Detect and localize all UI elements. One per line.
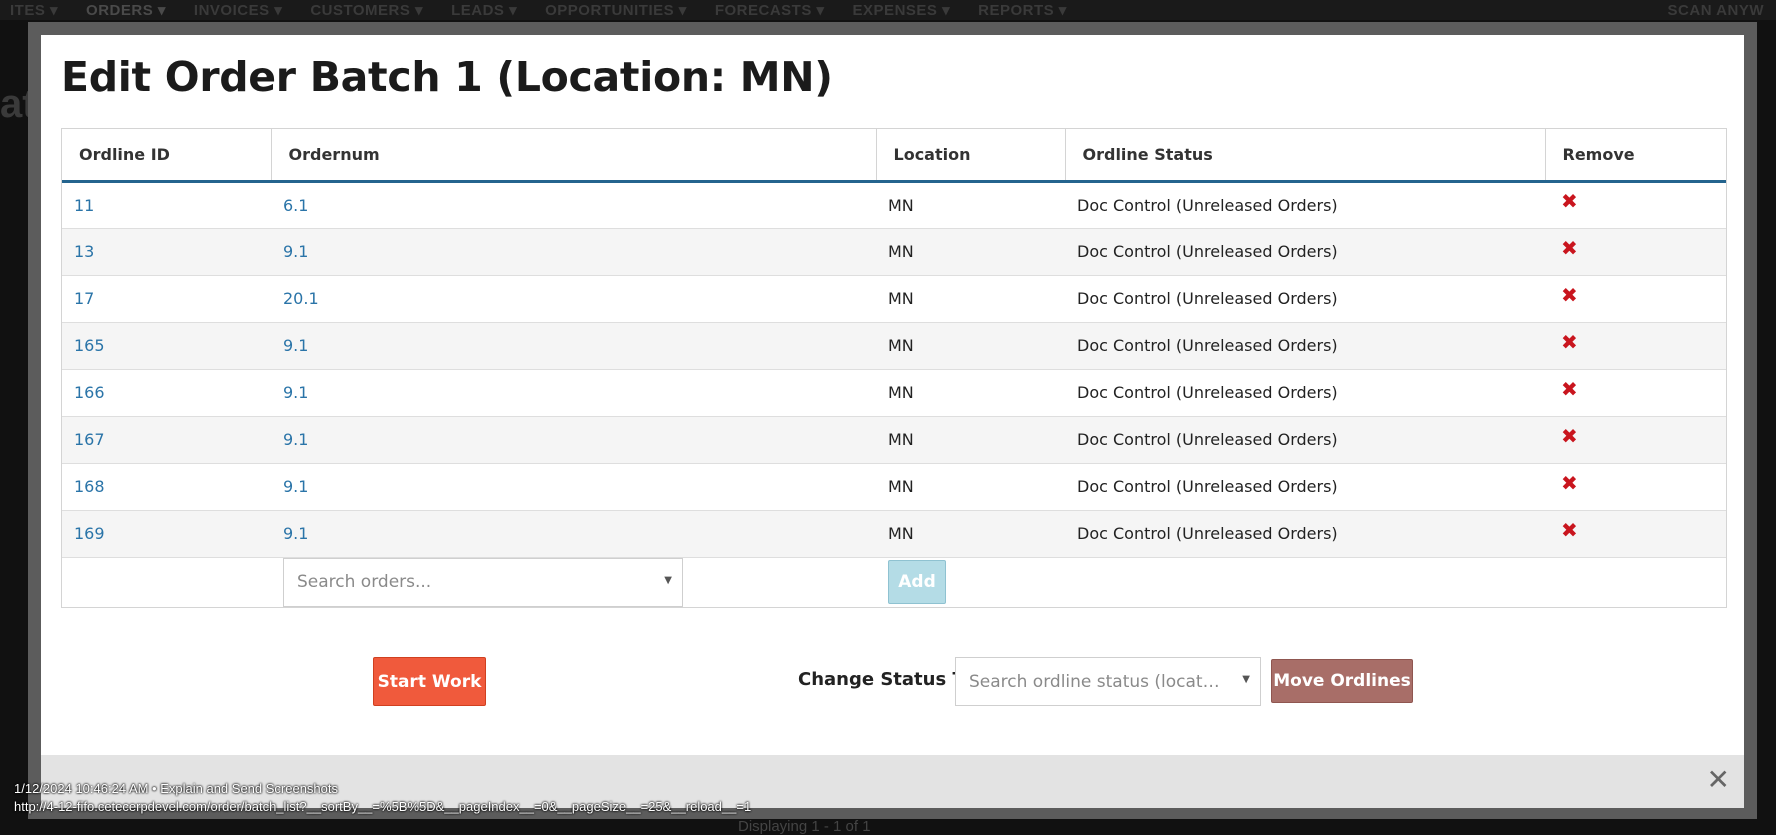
background-footer-text: Displaying 1 - 1 of 1 — [738, 818, 871, 835]
location-cell: MN — [876, 368, 1065, 416]
table-row: 11 6.1 MN Doc Control (Unreleased Orders) ✖ — [62, 180, 1726, 228]
ordline-status-cell: Doc Control (Unreleased Orders) — [1065, 180, 1545, 228]
remove-x-icon[interactable]: ✖ — [1561, 285, 1578, 305]
location-cell: MN — [876, 509, 1065, 557]
ordernum-link[interactable]: 9.1 — [283, 477, 308, 496]
ordline-id-link[interactable]: 11 — [74, 196, 94, 215]
remove-x-icon[interactable]: ✖ — [1561, 473, 1578, 493]
table-row: 169 9.1 MN Doc Control (Unreleased Orders) ✖ — [62, 509, 1726, 557]
ordline-status-cell: Doc Control (Unreleased Orders) — [1065, 509, 1545, 557]
scan-anywhere-link: SCAN ANYW — [1667, 1, 1764, 19]
table-row: 168 9.1 MN Doc Control (Unreleased Orders) ✖ — [62, 462, 1726, 510]
change-status-label: Change Status To — [798, 669, 975, 690]
table-row: 167 9.1 MN Doc Control (Unreleased Orders) ✖ — [62, 415, 1726, 463]
background-nav-item: INVOICES ▾ — [193, 2, 283, 19]
background-nav-item: CUSTOMERS ▾ — [310, 2, 424, 19]
location-cell: MN — [876, 180, 1065, 228]
table-row: 166 9.1 MN Doc Control (Unreleased Orders) ✖ — [62, 368, 1726, 416]
location-cell: MN — [876, 274, 1065, 322]
screenshot-timestamp: 1/12/2024 10:46:24 AM • Explain and Send… — [14, 781, 339, 796]
move-ordlines-button[interactable]: Move Ordlines — [1271, 659, 1413, 703]
location-cell: MN — [876, 227, 1065, 275]
column-header-location[interactable]: Location — [876, 129, 1066, 183]
location-cell: MN — [876, 415, 1065, 463]
column-header-remove: Remove — [1545, 129, 1726, 183]
ordline-id-link[interactable]: 13 — [74, 242, 94, 261]
search-orders-placeholder: Search orders... — [297, 572, 432, 592]
ordernum-link[interactable]: 9.1 — [283, 430, 308, 449]
ordernum-link[interactable]: 9.1 — [283, 524, 308, 543]
ordlines-table: Ordline ID Ordernum Location Ordline Sta… — [62, 129, 1726, 607]
table-header-row: Ordline ID Ordernum Location Ordline Sta… — [62, 129, 1726, 183]
ordline-status-cell: Doc Control (Unreleased Orders) — [1065, 415, 1545, 463]
add-button[interactable]: Add — [888, 560, 946, 604]
ordlines-table-wrapper: Ordline ID Ordernum Location Ordline Sta… — [61, 128, 1727, 608]
chevron-down-icon[interactable]: ▼ — [664, 575, 672, 586]
ordline-status-select[interactable]: Search ordline status (locat… ▼ — [955, 657, 1261, 706]
background-nav-item: LEADS ▾ — [451, 2, 518, 19]
ordline-status-placeholder: Search ordline status (locat… — [969, 671, 1220, 692]
close-icon[interactable]: ✕ — [1707, 766, 1730, 794]
ordline-status-cell: Doc Control (Unreleased Orders) — [1065, 368, 1545, 416]
ordline-id-link[interactable]: 165 — [74, 336, 105, 355]
column-header-ordline-id[interactable]: Ordline ID — [62, 129, 272, 183]
screenshot-annotation: 1/12/2024 10:46:24 AM • Explain and Send… — [14, 780, 751, 816]
location-cell: MN — [876, 321, 1065, 369]
chevron-down-icon[interactable]: ▼ — [1242, 674, 1250, 685]
screenshot-url: http://4-12-fifo.cetecerpdevel.com/order… — [14, 799, 752, 814]
background-nav-item: FORECASTS ▾ — [714, 2, 825, 19]
background-nav-bar: ITES ▾ ORDERS ▾ INVOICES ▾ CUSTOMERS ▾ LEADS… — [0, 0, 1776, 20]
ordline-id-link[interactable]: 168 — [74, 477, 105, 496]
background-nav-item: ITES ▾ — [10, 2, 59, 19]
ordline-status-cell: Doc Control (Unreleased Orders) — [1065, 274, 1545, 322]
column-header-ordline-status[interactable]: Ordline Status — [1065, 129, 1546, 183]
table-row: 165 9.1 MN Doc Control (Unreleased Orders) ✖ — [62, 321, 1726, 369]
add-order-row: Search orders... ▼ Add — [62, 556, 1726, 607]
remove-x-icon[interactable]: ✖ — [1561, 426, 1578, 446]
remove-x-icon[interactable]: ✖ — [1561, 520, 1578, 540]
start-work-button[interactable]: Start Work — [373, 657, 486, 706]
table-row: 13 9.1 MN Doc Control (Unreleased Orders) ✖ — [62, 227, 1726, 275]
remove-x-icon[interactable]: ✖ — [1561, 238, 1578, 258]
ordline-status-cell: Doc Control (Unreleased Orders) — [1065, 227, 1545, 275]
remove-x-icon[interactable]: ✖ — [1561, 191, 1578, 211]
location-cell: MN — [876, 462, 1065, 510]
ordline-id-link[interactable]: 169 — [74, 524, 105, 543]
search-orders-input[interactable]: Search orders... ▼ — [283, 557, 683, 607]
ordline-id-link[interactable]: 167 — [74, 430, 105, 449]
edit-order-batch-modal: Edit Order Batch 1 (Location: MN) Ordlin… — [41, 35, 1744, 808]
ordernum-link[interactable]: 9.1 — [283, 383, 308, 402]
ordline-status-cell: Doc Control (Unreleased Orders) — [1065, 462, 1545, 510]
remove-x-icon[interactable]: ✖ — [1561, 332, 1578, 352]
column-header-ordernum[interactable]: Ordernum — [271, 129, 877, 183]
ordernum-link[interactable]: 20.1 — [283, 289, 319, 308]
modal-title: Edit Order Batch 1 (Location: MN) — [61, 53, 833, 101]
ordline-id-link[interactable]: 166 — [74, 383, 105, 402]
table-row: 17 20.1 MN Doc Control (Unreleased Orders) ✖ — [62, 274, 1726, 322]
remove-x-icon[interactable]: ✖ — [1561, 379, 1578, 399]
ordernum-link[interactable]: 6.1 — [283, 196, 308, 215]
background-nav-item: OPPORTUNITIES ▾ — [545, 2, 687, 19]
background-nav-item: EXPENSES ▾ — [852, 2, 951, 19]
ordernum-link[interactable]: 9.1 — [283, 336, 308, 355]
ordline-id-link[interactable]: 17 — [74, 289, 94, 308]
background-nav-item: REPORTS ▾ — [978, 2, 1067, 19]
background-nav-item: ORDERS ▾ — [86, 2, 166, 19]
ordline-status-cell: Doc Control (Unreleased Orders) — [1065, 321, 1545, 369]
ordernum-link[interactable]: 9.1 — [283, 242, 308, 261]
